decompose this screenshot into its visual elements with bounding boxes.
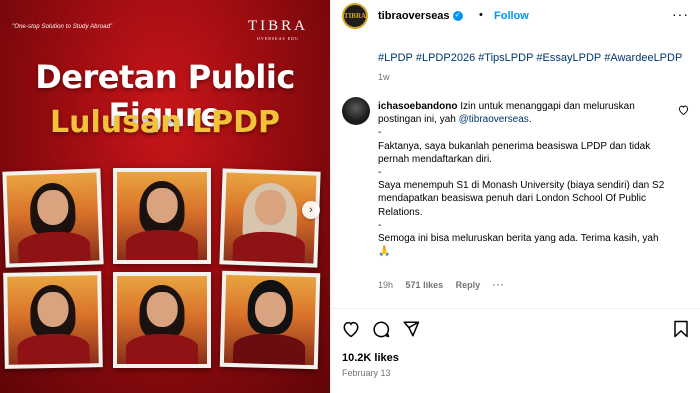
comment-meta: 19h 571 likes Reply ··· [378, 280, 515, 290]
post-image[interactable]: "One-stop Solution to Study Abroad" TIBR… [0, 0, 330, 393]
image-title-line2: Lulusan LPDP [49, 105, 280, 140]
portrait-photo [113, 272, 211, 368]
like-heart-icon[interactable] [342, 320, 360, 338]
caption-timestamp[interactable]: 1w [378, 72, 390, 82]
post-likes-count[interactable]: 10.2K likes [342, 352, 399, 364]
comment-dash: - [378, 219, 382, 231]
commenter-avatar[interactable] [342, 97, 370, 125]
more-options-icon[interactable]: ··· [672, 6, 689, 22]
brand-logo: TIBRA OVERSEAS EDU [248, 18, 308, 41]
comment-paragraph: Faktanya, saya bukanlah penerima beasisw… [378, 140, 651, 165]
separator-dot: • [479, 9, 483, 21]
avatar-text: TIBRA [343, 12, 367, 20]
comment-dash: - [378, 127, 382, 139]
verified-badge-icon: ✓ [452, 11, 463, 22]
post-actions-bar [331, 308, 700, 348]
save-bookmark-icon[interactable] [672, 320, 690, 338]
post-author[interactable]: tibraoverseas ✓ [378, 10, 463, 22]
portrait-photo [2, 168, 104, 268]
instagram-post-view: "One-stop Solution to Study Abroad" TIBR… [0, 0, 700, 393]
hashtag-link[interactable]: #AwardeeLPDP [604, 52, 682, 64]
comment-text: ichasoebandono Izin untuk menanggapi dan… [378, 100, 676, 258]
comment-line1-end: . [528, 114, 532, 126]
portrait-photo [3, 271, 103, 369]
hashtag-link[interactable]: #TipsLPDP [478, 52, 533, 64]
image-tagline: "One-stop Solution to Study Abroad" [12, 24, 113, 30]
portrait-photo [219, 270, 321, 370]
portrait-photo [113, 168, 211, 264]
portrait-photo [219, 168, 321, 268]
brand-name: TIBRA [248, 18, 308, 34]
follow-button[interactable]: Follow [494, 10, 529, 22]
hashtag-link[interactable]: #LPDP2026 [416, 52, 475, 64]
mention-link[interactable]: @tibraoverseas [459, 114, 529, 125]
hashtag-link[interactable]: #EssayLPDP [536, 52, 601, 64]
avatar[interactable]: TIBRA [342, 3, 368, 29]
comment-dash: - [378, 167, 382, 179]
post-header: TIBRA tibraoverseas ✓ • Follow ··· [331, 0, 700, 34]
reply-button[interactable]: Reply [456, 280, 481, 290]
comment-likes-count[interactable]: 571 likes [406, 280, 444, 290]
post-panel: TIBRA tibraoverseas ✓ • Follow ··· #LPDP #… [330, 0, 700, 393]
comment-like-heart-icon[interactable] [678, 105, 689, 118]
comment-more-icon[interactable]: ··· [493, 280, 505, 290]
post-author-username[interactable]: tibraoverseas [378, 10, 450, 22]
comment-paragraph: Semoga ini bisa meluruskan berita yang a… [378, 233, 659, 245]
comment-paragraph: Saya menempuh S1 di Monash University (b… [378, 180, 665, 218]
pray-emoji-icon: 🙏 [378, 246, 391, 258]
chevron-right-icon[interactable]: › [302, 201, 320, 219]
caption-hashtags: #LPDP #LPDP2026 #TipsLPDP #EssayLPDP #Awarde… [378, 52, 685, 64]
comment-timestamp[interactable]: 19h [378, 280, 393, 290]
brand-subtitle: OVERSEAS EDU [257, 36, 299, 41]
comment-bubble-icon[interactable] [372, 320, 390, 338]
hashtag-link[interactable]: #LPDP [378, 52, 413, 64]
post-date[interactable]: February 13 [342, 368, 391, 378]
share-send-icon[interactable] [402, 320, 420, 338]
commenter-username[interactable]: ichasoebandono [378, 101, 457, 112]
